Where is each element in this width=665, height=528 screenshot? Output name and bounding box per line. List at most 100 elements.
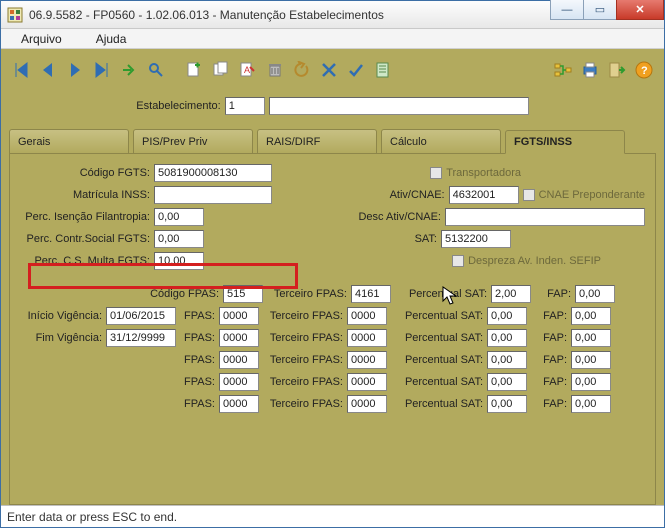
percsat-label: Percentual SAT: xyxy=(391,354,483,366)
fap-input[interactable] xyxy=(571,329,611,347)
fpas-input[interactable] xyxy=(219,329,259,347)
copy-icon[interactable] xyxy=(209,58,233,82)
notes-icon[interactable] xyxy=(371,58,395,82)
fap-input[interactable] xyxy=(571,351,611,369)
maximize-button[interactable]: ▭ xyxy=(583,0,617,20)
fpas-row: Fim Vigência:FPAS:Terceiro FPAS:Percentu… xyxy=(20,327,645,349)
menu-help[interactable]: Ajuda xyxy=(80,30,143,48)
search-icon[interactable] xyxy=(144,58,168,82)
fpas-label: FPAS: xyxy=(180,398,215,410)
terceiro-label: Terceiro FPAS: xyxy=(263,398,343,410)
fpas-input[interactable] xyxy=(219,307,259,325)
status-bar: Enter data or press ESC to end. xyxy=(1,505,664,527)
row-left-label: Fim Vigência: xyxy=(20,332,102,344)
menu-file[interactable]: Arquivo xyxy=(5,30,78,48)
close-button[interactable]: ✕ xyxy=(616,0,664,20)
percsat-label: Percentual SAT: xyxy=(391,376,483,388)
percsat-input[interactable] xyxy=(487,373,527,391)
edit-icon[interactable]: A xyxy=(236,58,260,82)
undo-icon[interactable] xyxy=(290,58,314,82)
perc-isencao-input[interactable] xyxy=(154,208,204,226)
codigo-fpas-input[interactable] xyxy=(223,285,263,303)
estab-label: Estabelecimento: xyxy=(136,100,220,112)
new-icon[interactable] xyxy=(182,58,206,82)
transportadora-label: Transportadora xyxy=(446,167,521,179)
fap-label: FAP: xyxy=(535,288,571,300)
fpas-input[interactable] xyxy=(219,351,259,369)
terceiro-input[interactable] xyxy=(347,307,387,325)
perc-contr-input[interactable] xyxy=(154,230,204,248)
terceiro-input[interactable] xyxy=(351,285,391,303)
fpas-row: FPAS:Terceiro FPAS:Percentual SAT:FAP: xyxy=(20,371,645,393)
fpas-row: Início Vigência:FPAS:Terceiro FPAS:Perce… xyxy=(20,305,645,327)
tabstrip: Gerais PIS/Prev Priv RAIS/DIRF Cálculo F… xyxy=(9,129,656,153)
perc-contr-label: Perc. Contr.Social FGTS: xyxy=(20,233,150,245)
tab-rais-dirf[interactable]: RAIS/DIRF xyxy=(257,129,377,153)
percsat-input[interactable] xyxy=(487,307,527,325)
exit-icon[interactable] xyxy=(605,58,629,82)
estab-code-input[interactable] xyxy=(225,97,265,115)
tab-gerais[interactable]: Gerais xyxy=(9,129,129,153)
minimize-button[interactable]: — xyxy=(550,0,584,20)
codigo-fgts-input[interactable] xyxy=(154,164,272,182)
fpas-label: FPAS: xyxy=(180,376,215,388)
terceiro-label: Terceiro FPAS: xyxy=(263,332,343,344)
percsat-input[interactable] xyxy=(487,351,527,369)
svg-text:?: ? xyxy=(641,65,648,77)
fap-input[interactable] xyxy=(571,395,611,413)
ativ-cnae-input[interactable] xyxy=(449,186,519,204)
last-record-icon[interactable] xyxy=(90,58,114,82)
window-title: 06.9.5582 - FP0560 - 1.02.06.013 - Manut… xyxy=(29,8,550,22)
next-record-icon[interactable] xyxy=(63,58,87,82)
help-icon[interactable]: ? xyxy=(632,58,656,82)
fap-input[interactable] xyxy=(571,373,611,391)
relations-icon[interactable] xyxy=(551,58,575,82)
confirm-icon[interactable] xyxy=(344,58,368,82)
matricula-inss-input[interactable] xyxy=(154,186,272,204)
fpas-row: FPAS:Terceiro FPAS:Percentual SAT:FAP: xyxy=(20,393,645,415)
terceiro-input[interactable] xyxy=(347,373,387,391)
terceiro-input[interactable] xyxy=(347,351,387,369)
cnae-prep-checkbox[interactable] xyxy=(523,189,535,201)
titlebar: 06.9.5582 - FP0560 - 1.02.06.013 - Manut… xyxy=(1,1,664,29)
transportadora-checkbox[interactable] xyxy=(430,167,442,179)
fpas-input[interactable] xyxy=(219,395,259,413)
fap-input[interactable] xyxy=(571,307,611,325)
terceiro-label: Terceiro FPAS: xyxy=(267,288,347,300)
fpas-label: FPAS: xyxy=(180,332,215,344)
desc-ativ-input[interactable] xyxy=(445,208,645,226)
percsat-label: Percentual SAT: xyxy=(391,310,483,322)
delete-icon[interactable] xyxy=(263,58,287,82)
tab-calculo[interactable]: Cálculo xyxy=(381,129,501,153)
despreza-checkbox[interactable] xyxy=(452,255,464,267)
fap-label: FAP: xyxy=(531,354,567,366)
percsat-label: Percentual SAT: xyxy=(391,398,483,410)
tab-pis-prev-priv[interactable]: PIS/Prev Priv xyxy=(133,129,253,153)
codigo-fpas-label: Código FPAS: xyxy=(110,288,219,300)
codigo-fgts-label: Código FGTS: xyxy=(20,167,150,179)
print-icon[interactable] xyxy=(578,58,602,82)
vigencia-input[interactable] xyxy=(106,329,176,347)
percsat-input[interactable] xyxy=(487,329,527,347)
row-left-label: Início Vigência: xyxy=(20,310,102,322)
fap-input[interactable] xyxy=(575,285,615,303)
terceiro-input[interactable] xyxy=(347,395,387,413)
tab-fgts-inss[interactable]: FGTS/INSS xyxy=(505,130,625,154)
prev-record-icon[interactable] xyxy=(36,58,60,82)
percsat-input[interactable] xyxy=(487,395,527,413)
first-record-icon[interactable] xyxy=(9,58,33,82)
ativ-cnae-label: Ativ/CNAE: xyxy=(375,189,445,201)
estab-name-input[interactable] xyxy=(269,97,529,115)
cancel-icon[interactable] xyxy=(317,58,341,82)
tabpanel-fgts-inss: Código FGTS: Transportadora Matrícula IN… xyxy=(9,153,656,505)
terceiro-label: Terceiro FPAS: xyxy=(263,354,343,366)
fpas-input[interactable] xyxy=(219,373,259,391)
goto-icon[interactable] xyxy=(117,58,141,82)
sat-input[interactable] xyxy=(441,230,511,248)
percsat-input[interactable] xyxy=(491,285,531,303)
vigencia-input[interactable] xyxy=(106,307,176,325)
perc-multa-input[interactable] xyxy=(154,252,204,270)
perc-isencao-label: Perc. Isenção Filantropia: xyxy=(20,211,150,223)
terceiro-input[interactable] xyxy=(347,329,387,347)
despreza-label: Despreza Av. Inden. SEFIP xyxy=(468,255,601,267)
